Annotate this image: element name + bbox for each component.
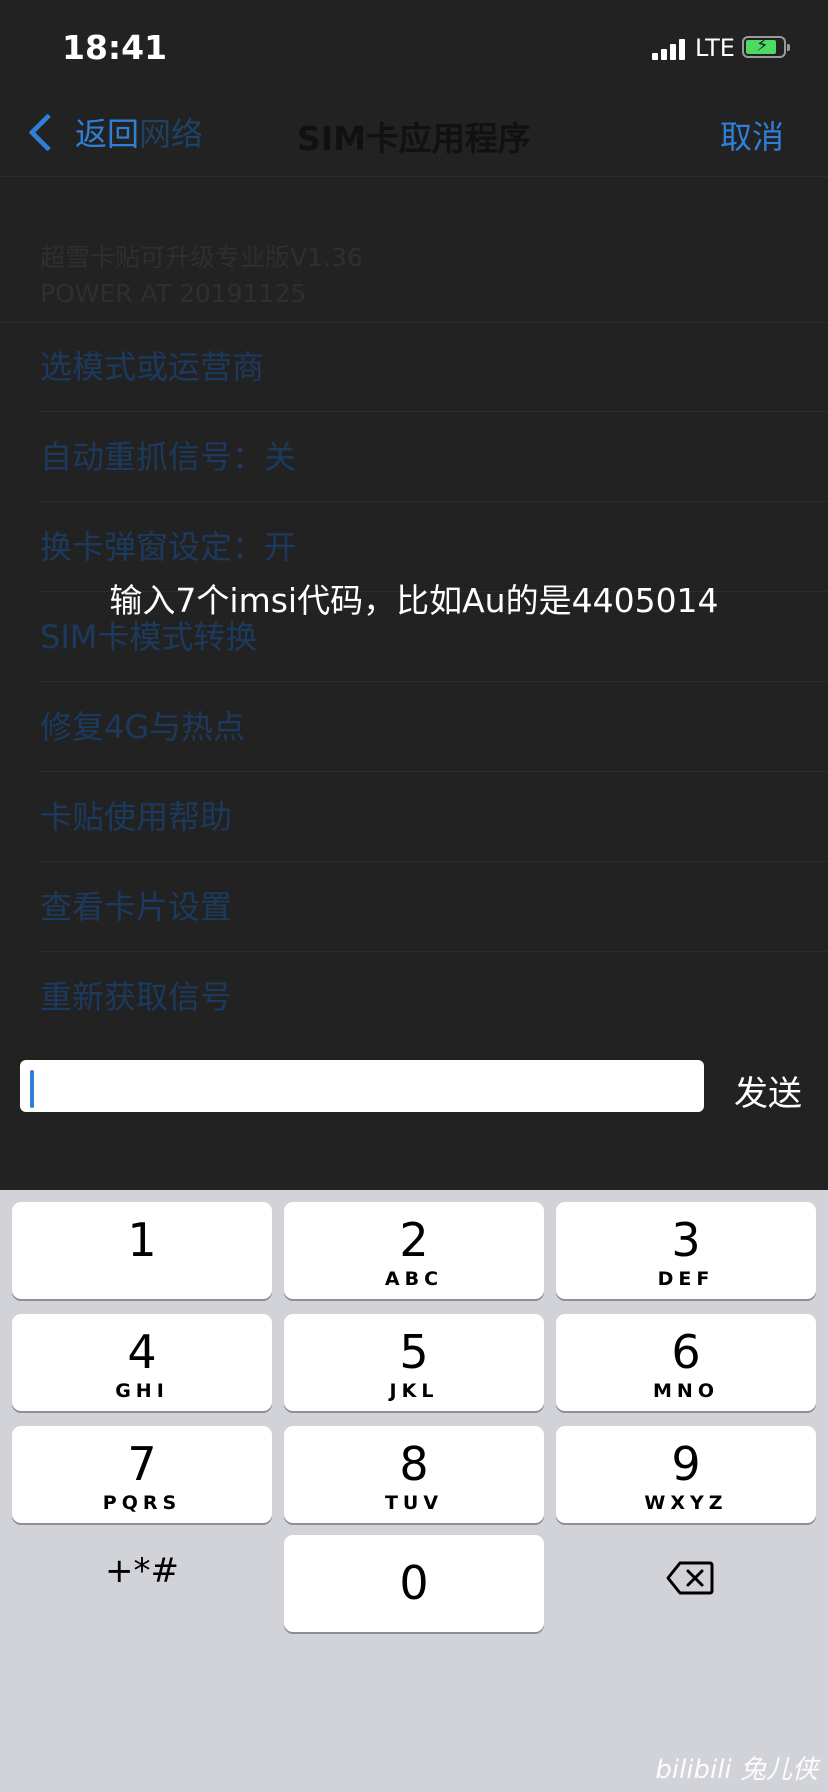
menu-item-auto-recapture[interactable]: 自动重抓信号：关 bbox=[40, 412, 828, 502]
key-1[interactable]: 1 bbox=[12, 1202, 272, 1299]
battery-icon: ⚡ bbox=[742, 35, 790, 58]
numeric-keypad: 1 2 ABC 3 DEF 4 GHI 5 JKL 6 MNO 7 PQRS 8… bbox=[0, 1190, 828, 1792]
symbols-key[interactable]: +*# bbox=[12, 1535, 272, 1632]
key-9[interactable]: 9 WXYZ bbox=[556, 1426, 816, 1523]
menu-list: 选模式或运营商 自动重抓信号：关 换卡弹窗设定：开 SIM卡模式转换 修复4G与… bbox=[0, 322, 828, 1042]
page-title: SIM卡应用程序 bbox=[297, 119, 531, 158]
send-button[interactable]: 发送 bbox=[734, 1066, 802, 1115]
imsi-input[interactable] bbox=[20, 1060, 704, 1112]
card-info-header: 超雪卡贴可升级专业版V1.36 POWER AT 20191125 bbox=[40, 240, 363, 312]
header-power: POWER AT 20191125 bbox=[40, 279, 307, 308]
header-version: 超雪卡贴可升级专业版V1.36 bbox=[40, 243, 363, 272]
menu-item-select-mode[interactable]: 选模式或运营商 bbox=[40, 322, 828, 412]
status-time: 18:41 bbox=[62, 28, 168, 67]
menu-item-reacquire-signal[interactable]: 重新获取信号 bbox=[40, 952, 828, 1042]
key-5[interactable]: 5 JKL bbox=[284, 1314, 544, 1411]
key-6[interactable]: 6 MNO bbox=[556, 1314, 816, 1411]
backspace-icon bbox=[666, 1561, 714, 1595]
navigation-bar: 返回 网络 SIM卡应用程序 取消 bbox=[0, 100, 828, 177]
delete-key[interactable] bbox=[556, 1535, 816, 1632]
cancel-button[interactable]: 取消 bbox=[720, 112, 784, 158]
text-caret bbox=[30, 1070, 34, 1108]
key-4[interactable]: 4 GHI bbox=[12, 1314, 272, 1411]
status-bar: 18:41 LTE ⚡ bbox=[0, 0, 828, 100]
network-type: LTE bbox=[695, 34, 735, 62]
input-row: 发送 bbox=[0, 1040, 828, 1190]
signal-icon bbox=[652, 38, 686, 60]
key-3[interactable]: 3 DEF bbox=[556, 1202, 816, 1299]
menu-item-view-settings[interactable]: 查看卡片设置 bbox=[40, 862, 828, 952]
menu-item-fix-4g[interactable]: 修复4G与热点 bbox=[40, 682, 828, 772]
key-0[interactable]: 0 bbox=[284, 1535, 544, 1632]
key-7[interactable]: 7 PQRS bbox=[12, 1426, 272, 1523]
menu-item-help[interactable]: 卡贴使用帮助 bbox=[40, 772, 828, 862]
key-8[interactable]: 8 TUV bbox=[284, 1426, 544, 1523]
input-prompt: 输入7个imsi代码，比如Au的是4405014 bbox=[109, 581, 719, 620]
key-2[interactable]: 2 ABC bbox=[284, 1202, 544, 1299]
watermark: bilibili 兔儿侠 bbox=[655, 1755, 818, 1785]
